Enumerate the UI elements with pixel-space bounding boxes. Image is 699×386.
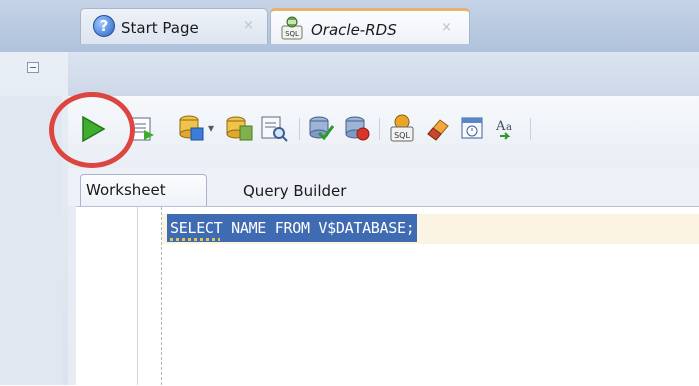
toolbar-separator	[299, 118, 300, 140]
explain-plan-icon[interactable]	[260, 114, 288, 142]
tab-oracle-rds[interactable]: SQL Oracle-RDS ×	[270, 8, 470, 44]
clear-eraser-icon[interactable]	[424, 114, 452, 142]
tab-worksheet[interactable]: Worksheet	[80, 174, 207, 206]
tab-start-page-label: Start Page	[121, 19, 199, 37]
document-tab-strip	[68, 52, 699, 96]
svg-text:SQL: SQL	[285, 30, 299, 38]
left-panel	[0, 52, 69, 385]
spell-check-underline	[170, 238, 220, 241]
svg-text:SQL: SQL	[394, 131, 410, 140]
dropdown-arrow-icon[interactable]: ▾	[208, 121, 214, 135]
minimize-panel-button[interactable]	[27, 62, 39, 73]
tab-oracle-rds-label: Oracle-RDS	[311, 21, 397, 39]
svg-text:A: A	[495, 119, 506, 134]
sql-file-icon: SQL	[281, 16, 303, 40]
sql-statement[interactable]: SELECT NAME FROM V$DATABASE;	[170, 219, 415, 237]
line-number-gutter	[76, 207, 138, 385]
tab-worksheet-label: Worksheet	[86, 181, 166, 199]
tab-start-page-close-icon[interactable]: ×	[243, 18, 254, 33]
tab-start-page[interactable]: ? Start Page ×	[80, 8, 268, 44]
commit-icon[interactable]	[177, 114, 205, 142]
to-upper-lower-icon[interactable]: A a	[494, 114, 522, 142]
tab-oracle-rds-close-icon[interactable]: ×	[441, 20, 452, 35]
svg-text:a: a	[506, 122, 512, 133]
sql-history-icon[interactable]	[459, 114, 487, 142]
rollback-cancel-icon[interactable]	[343, 114, 371, 142]
worksheet-toolbar	[68, 96, 699, 168]
toolbar-separator	[379, 118, 380, 140]
rollback-icon[interactable]	[307, 114, 335, 142]
sql-tuning-icon[interactable]: SQL	[387, 113, 417, 143]
help-icon: ?	[93, 15, 115, 37]
annotation-circle	[49, 92, 135, 168]
autotrace-icon[interactable]	[224, 114, 254, 142]
toolbar-separator	[530, 118, 531, 140]
tab-query-builder-label: Query Builder	[243, 182, 347, 200]
